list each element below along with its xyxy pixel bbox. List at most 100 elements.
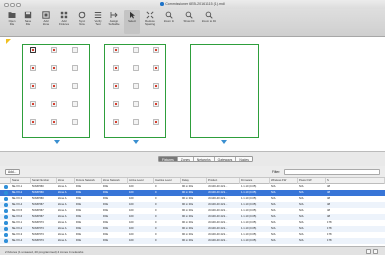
verify-test-button[interactable]: Verify Test (90, 10, 106, 34)
filter-input[interactable] (284, 168, 380, 175)
add-fixtures-icon (60, 11, 68, 19)
fixture-icon[interactable] (153, 101, 159, 107)
fixture-icon[interactable] (30, 119, 36, 125)
fixture-icon[interactable] (133, 83, 139, 89)
table-cell: 90 m 00s (182, 239, 194, 242)
fixture-icon[interactable] (113, 65, 119, 71)
tab-fixtures[interactable]: Fixtures (159, 157, 178, 161)
fixture-icon[interactable] (153, 65, 159, 71)
fixture-icon[interactable] (72, 83, 78, 89)
zoom-fit-icon (185, 11, 193, 19)
table-cell: JC100-40 4LS... (208, 239, 228, 242)
table-cell: FFE (103, 239, 109, 242)
sync-icon (78, 11, 86, 19)
open-file-button[interactable]: Open File (4, 10, 20, 34)
add-button[interactable]: Add... (5, 168, 20, 175)
fixture-icon[interactable] (113, 119, 119, 125)
list-icon (94, 11, 102, 19)
fixture-status-icon (4, 239, 8, 243)
tab-nodes[interactable]: Nodes (236, 157, 252, 161)
fixture-status-icon (4, 191, 8, 195)
zoom-in-icon (165, 11, 173, 19)
zoom-to-fit-button[interactable]: Zoom to Fit (201, 10, 217, 34)
zoom-in-label: Zoom In (163, 19, 175, 23)
layout-canvas[interactable] (0, 37, 385, 152)
fixture-icon[interactable] (72, 47, 78, 53)
fixture-icon[interactable] (113, 83, 119, 89)
fixture-icon[interactable] (30, 83, 36, 89)
document-icon (160, 2, 164, 6)
fixture-status-icon (4, 215, 8, 219)
filter-row: Add... Filter: (0, 166, 385, 178)
add-zone-button[interactable]: Add Zone (38, 10, 54, 34)
reduce-spacing-button[interactable]: Reduce Spacing (142, 10, 158, 34)
fixture-status-icon (4, 209, 8, 213)
fixture-status-icon (4, 221, 8, 225)
fixture-icon[interactable] (133, 47, 139, 53)
chevron-down-icon[interactable] (133, 140, 139, 144)
fixture-icon[interactable] (133, 119, 139, 125)
zoom-in-button[interactable]: Zoom In (161, 10, 177, 34)
fixture-icon[interactable] (72, 65, 78, 71)
status-bar: 2 fixtures (1 unsaved, 20 programmed) 4 … (0, 246, 385, 255)
table-cell: 6E-XX-4 (12, 239, 23, 242)
fixture-icon[interactable] (51, 101, 57, 107)
fixture-icon[interactable] (153, 83, 159, 89)
status-text: 2 fixtures (1 unsaved, 20 programmed) 4 … (5, 249, 84, 254)
fixture-icon[interactable] (113, 101, 119, 107)
fixture-icon[interactable] (153, 47, 159, 53)
table-cell: N/A (299, 239, 304, 242)
tab-zones[interactable]: Zones (178, 157, 194, 161)
chevron-down-icon[interactable] (221, 140, 227, 144)
sync-now-button[interactable]: Sync Now (74, 10, 90, 34)
fixture-icon[interactable] (153, 119, 159, 125)
tab-networks[interactable]: Networks (194, 157, 215, 161)
fixture-icon[interactable] (133, 101, 139, 107)
tab-group: Fixtures Zones Networks Gateways Nodes (158, 156, 253, 162)
fixture-status-icon (4, 233, 8, 237)
window-title-wrap: Commissioner 6EB-20161115 (1).mdl (0, 2, 385, 6)
sync-now-label: Sync Now (78, 19, 86, 27)
save-file-label: Save File (24, 19, 32, 27)
table-cell: 5CMF573 (32, 239, 44, 242)
table-cell: 0 (155, 239, 157, 242)
warning-icon (6, 39, 11, 44)
pointer-icon (128, 11, 136, 19)
fixture-icon[interactable] (30, 101, 36, 107)
fixture-icon[interactable] (72, 101, 78, 107)
zone-box[interactable] (104, 44, 166, 138)
fixture-icon[interactable] (51, 83, 57, 89)
chevron-down-icon[interactable] (54, 140, 60, 144)
resize-button[interactable] (373, 249, 378, 254)
filter-label: Filter: (272, 169, 281, 174)
open-file-label: Open File (8, 19, 16, 27)
fixture-icon[interactable] (30, 47, 36, 53)
add-fixtures-button[interactable]: Add Fixtures (56, 10, 72, 34)
fixture-icon[interactable] (133, 65, 139, 71)
fixture-icon[interactable] (51, 65, 57, 71)
window-title: Commissioner 6EB-20161115 (1).mdl (165, 2, 225, 6)
assign-subtable-button[interactable]: Assign Subtable (106, 10, 122, 34)
save-file-button[interactable]: Save File (20, 10, 36, 34)
fixture-icon[interactable] (51, 119, 57, 125)
zone-box[interactable] (22, 44, 90, 138)
table-row[interactable]: 6E-XX-4 5CMF573 Zone A FFE FFE 100 0 90 m 00s JC… (0, 238, 385, 244)
tab-bar: Fixtures Zones Networks Gateways Nodes (0, 152, 385, 166)
select-tool-label: Select (128, 19, 136, 23)
toolbar: Open File Save File Add Zone Add Fixture… (0, 9, 385, 37)
zoom-out-icon (205, 11, 213, 19)
fixture-icon[interactable] (113, 47, 119, 53)
zone-box[interactable] (190, 44, 259, 138)
fixture-icon[interactable] (51, 47, 57, 53)
tab-gateways[interactable]: Gateways (215, 157, 237, 161)
table-cell: 178 (327, 239, 332, 242)
reduce-spacing-icon (146, 11, 154, 19)
fixture-status-icon (4, 227, 8, 231)
show-fit-button[interactable]: Show Fit (181, 10, 197, 34)
fixture-icon[interactable] (30, 65, 36, 71)
resize-button[interactable] (366, 249, 371, 254)
folder-icon (8, 11, 16, 19)
fixture-icon[interactable] (72, 119, 78, 125)
verify-test-label: Verify Test (94, 19, 102, 27)
select-tool-button[interactable]: Select (124, 10, 140, 34)
